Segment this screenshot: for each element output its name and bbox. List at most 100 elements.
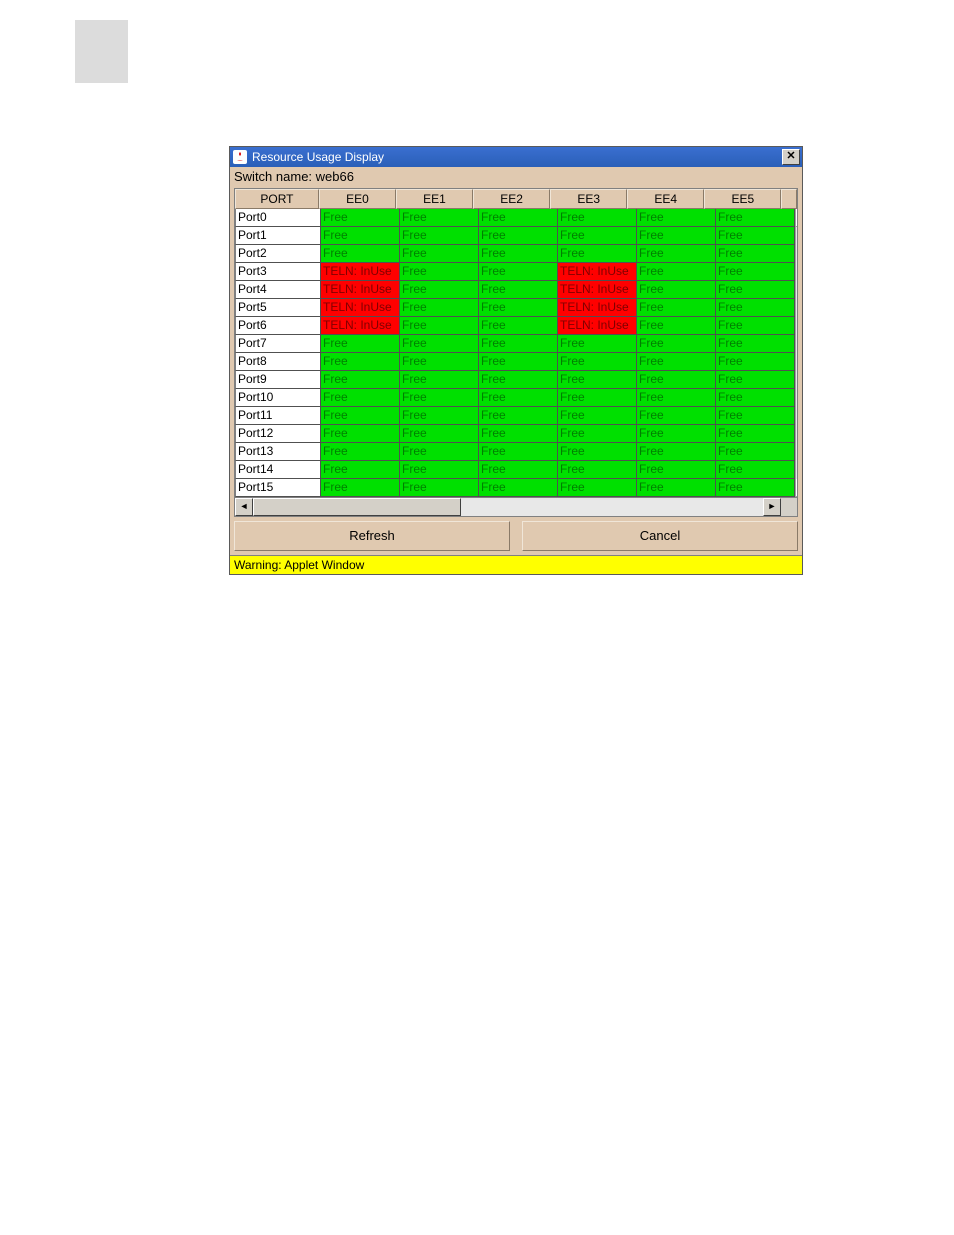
status-cell: Free [637, 245, 716, 263]
table-row[interactable]: Port3TELN: InUseFreeFreeTELN: InUseFreeF… [235, 263, 795, 281]
resource-usage-window: Resource Usage Display ✕ Switch name: we… [229, 146, 803, 575]
status-cell: Free [479, 263, 558, 281]
port-cell: Port15 [235, 479, 321, 497]
status-cell: Free [716, 209, 795, 227]
scroll-up-button[interactable]: ▲ [796, 209, 797, 227]
status-cell: Free [637, 209, 716, 227]
scroll-left-button[interactable]: ◄ [235, 498, 253, 516]
status-cell: TELN: InUse [321, 299, 400, 317]
status-cell: Free [716, 371, 795, 389]
status-cell: Free [637, 263, 716, 281]
status-cell: Free [716, 281, 795, 299]
titlebar[interactable]: Resource Usage Display ✕ [230, 147, 802, 167]
table-row[interactable]: Port11FreeFreeFreeFreeFreeFree [235, 407, 795, 425]
status-cell: Free [479, 299, 558, 317]
table-row[interactable]: Port0FreeFreeFreeFreeFreeFree [235, 209, 795, 227]
table-row[interactable]: Port13FreeFreeFreeFreeFreeFree [235, 443, 795, 461]
status-cell: Free [400, 461, 479, 479]
scroll-thumb[interactable] [253, 498, 461, 516]
port-cell: Port11 [235, 407, 321, 425]
scroll-track-h[interactable] [461, 498, 763, 516]
status-cell: Free [558, 389, 637, 407]
status-cell: Free [321, 479, 400, 497]
status-cell: TELN: InUse [558, 299, 637, 317]
status-cell: Free [558, 371, 637, 389]
cancel-button[interactable]: Cancel [522, 521, 798, 551]
table-row[interactable]: Port6TELN: InUseFreeFreeTELN: InUseFreeF… [235, 317, 795, 335]
status-cell: Free [479, 371, 558, 389]
status-cell: Free [479, 425, 558, 443]
status-cell: Free [637, 317, 716, 335]
port-cell: Port4 [235, 281, 321, 299]
status-cell: Free [400, 227, 479, 245]
scroll-right-button[interactable]: ► [763, 498, 781, 516]
status-cell: Free [321, 245, 400, 263]
table-row[interactable]: Port2FreeFreeFreeFreeFreeFree [235, 245, 795, 263]
status-cell: Free [716, 335, 795, 353]
status-cell: TELN: InUse [321, 317, 400, 335]
scroll-down-button[interactable]: ▼ [796, 479, 797, 497]
status-cell: TELN: InUse [321, 263, 400, 281]
status-cell: Free [321, 389, 400, 407]
status-cell: Free [637, 425, 716, 443]
vertical-scrollbar[interactable]: ▲ ▼ [795, 209, 797, 497]
switch-name-label: Switch name: [234, 169, 312, 184]
table-row[interactable]: Port8FreeFreeFreeFreeFreeFree [235, 353, 795, 371]
table-row[interactable]: Port1FreeFreeFreeFreeFreeFree [235, 227, 795, 245]
horizontal-scrollbar[interactable]: ◄ ► [234, 498, 798, 517]
close-button[interactable]: ✕ [782, 149, 800, 165]
status-cell: Free [637, 479, 716, 497]
button-row: Refresh Cancel [230, 517, 802, 555]
table-row[interactable]: Port12FreeFreeFreeFreeFreeFree [235, 425, 795, 443]
column-header-port[interactable]: PORT [235, 189, 319, 209]
status-cell: Free [637, 389, 716, 407]
status-cell: Free [479, 353, 558, 371]
table-header-row: PORTEE0EE1EE2EE3EE4EE5 [235, 189, 797, 209]
table-row[interactable]: Port10FreeFreeFreeFreeFreeFree [235, 389, 795, 407]
status-cell: Free [479, 335, 558, 353]
table-row[interactable]: Port5TELN: InUseFreeFreeTELN: InUseFreeF… [235, 299, 795, 317]
header-filler [781, 189, 797, 209]
column-header-ee0[interactable]: EE0 [319, 189, 396, 209]
status-cell: Free [479, 389, 558, 407]
status-cell: Free [716, 227, 795, 245]
column-header-ee1[interactable]: EE1 [396, 189, 473, 209]
status-cell: Free [321, 461, 400, 479]
status-cell: Free [558, 443, 637, 461]
status-cell: Free [716, 263, 795, 281]
status-cell: Free [479, 461, 558, 479]
refresh-button[interactable]: Refresh [234, 521, 510, 551]
table-row[interactable]: Port15FreeFreeFreeFreeFreeFree [235, 479, 795, 497]
port-cell: Port7 [235, 335, 321, 353]
table-row[interactable]: Port14FreeFreeFreeFreeFreeFree [235, 461, 795, 479]
status-cell: Free [558, 227, 637, 245]
status-cell: Free [400, 281, 479, 299]
status-cell: Free [558, 479, 637, 497]
java-icon [232, 149, 248, 165]
status-cell: Free [321, 227, 400, 245]
window-title: Resource Usage Display [252, 150, 782, 164]
status-cell: Free [479, 227, 558, 245]
port-cell: Port8 [235, 353, 321, 371]
port-cell: Port0 [235, 209, 321, 227]
status-cell: Free [321, 407, 400, 425]
status-cell: Free [558, 353, 637, 371]
port-cell: Port9 [235, 371, 321, 389]
scroll-track[interactable] [796, 227, 797, 479]
status-cell: Free [637, 407, 716, 425]
column-header-ee4[interactable]: EE4 [627, 189, 704, 209]
table-row[interactable]: Port9FreeFreeFreeFreeFreeFree [235, 371, 795, 389]
column-header-ee2[interactable]: EE2 [473, 189, 550, 209]
status-cell: Free [400, 353, 479, 371]
status-cell: Free [400, 407, 479, 425]
status-cell: Free [479, 407, 558, 425]
status-cell: Free [321, 443, 400, 461]
column-header-ee5[interactable]: EE5 [704, 189, 781, 209]
column-header-ee3[interactable]: EE3 [550, 189, 627, 209]
applet-warning: Warning: Applet Window [230, 555, 802, 574]
status-cell: Free [637, 443, 716, 461]
table-row[interactable]: Port7FreeFreeFreeFreeFreeFree [235, 335, 795, 353]
status-cell: Free [558, 335, 637, 353]
status-cell: Free [558, 425, 637, 443]
table-row[interactable]: Port4TELN: InUseFreeFreeTELN: InUseFreeF… [235, 281, 795, 299]
